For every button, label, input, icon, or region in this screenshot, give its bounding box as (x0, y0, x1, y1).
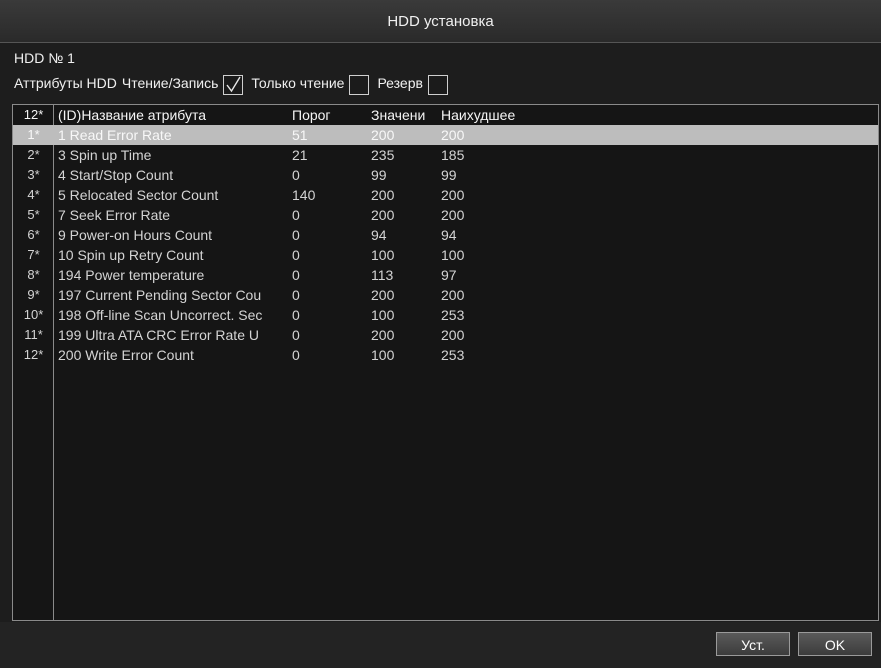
hdd-number-label: HDD № 1 (14, 50, 75, 66)
row-threshold: 0 (292, 167, 300, 183)
row-value: 235 (371, 147, 395, 163)
table-header-row: 12* (ID)Название атрибута Порог Значени … (13, 105, 878, 125)
row-attribute-name: 198 Off-line Scan Uncorrect. Sec (58, 307, 263, 323)
row-attribute-name: 3 Spin up Time (58, 147, 152, 163)
row-attribute-name: 197 Current Pending Sector Cou (58, 287, 262, 303)
row-index: 1* (27, 127, 40, 142)
row-attribute-name: 200 Write Error Count (58, 347, 194, 363)
row-attribute-name: 10 Spin up Retry Count (58, 247, 204, 263)
set-button[interactable]: Уст. (716, 632, 790, 656)
row-worst: 99 (441, 167, 457, 183)
table-row[interactable]: 7* 10 Spin up Retry Count 0 100 100 (13, 245, 878, 265)
row-attribute-name: 194 Power temperature (58, 267, 205, 283)
smart-attributes-table[interactable]: 12* (ID)Название атрибута Порог Значени … (12, 104, 879, 621)
row-index: 3* (27, 167, 40, 182)
row-worst: 200 (441, 287, 465, 303)
table-row[interactable]: 6* 9 Power-on Hours Count 0 94 94 (13, 225, 878, 245)
row-index: 9* (27, 287, 40, 302)
window-title-bar: HDD установка (0, 0, 881, 43)
table-row[interactable]: 9* 197 Current Pending Sector Cou 0 200 200 (13, 285, 878, 305)
read-write-label: Чтение/Запись (121, 75, 219, 91)
reserve-checkbox[interactable] (427, 75, 448, 95)
row-worst: 200 (441, 127, 465, 143)
row-index: 6* (27, 227, 40, 242)
row-attribute-name: 199 Ultra ATA CRC Error Rate U (58, 327, 259, 343)
header-attribute-name: (ID)Название атрибута (58, 107, 207, 123)
row-worst: 200 (441, 327, 465, 343)
footer-bar: Уст. OK (0, 622, 881, 668)
table-row[interactable]: 11* 199 Ultra ATA CRC Error Rate U 0 200 200 (13, 325, 878, 345)
row-value: 99 (371, 167, 387, 183)
row-index: 11* (24, 327, 43, 342)
row-index: 7* (27, 247, 40, 262)
row-value: 200 (371, 187, 395, 203)
row-index: 4* (27, 187, 40, 202)
row-threshold: 51 (292, 127, 308, 143)
header-threshold: Порог (292, 107, 331, 123)
row-threshold: 0 (292, 287, 300, 303)
row-threshold: 0 (292, 247, 300, 263)
table-row[interactable]: 4* 5 Relocated Sector Count 140 200 200 (13, 185, 878, 205)
row-index: 12* (23, 347, 44, 362)
table-row[interactable]: 10* 198 Off-line Scan Uncorrect. Sec 0 100 2… (13, 305, 878, 325)
table-row[interactable]: 1* 1 Read Error Rate 51 200 200 (13, 125, 878, 145)
row-threshold: 0 (292, 227, 300, 243)
row-value: 200 (371, 207, 395, 223)
row-threshold: 0 (292, 307, 300, 323)
row-worst: 94 (441, 227, 457, 243)
hdd-attributes-row: Аттрибуты HDD Чтение/Запись Только чтени… (14, 72, 456, 95)
row-value: 100 (371, 247, 395, 263)
row-index: 2* (27, 147, 40, 162)
row-value: 200 (371, 327, 395, 343)
row-threshold: 21 (292, 147, 308, 163)
row-threshold: 0 (292, 327, 300, 343)
header-worst: Наихудшее (441, 107, 516, 123)
header-index: 12* (23, 107, 44, 122)
row-attribute-name: 9 Power-on Hours Count (58, 227, 213, 243)
header-value: Значени (371, 107, 426, 123)
row-worst: 97 (441, 267, 457, 283)
row-attribute-name: 5 Relocated Sector Count (58, 187, 219, 203)
read-write-checkbox[interactable] (223, 75, 244, 95)
table-row[interactable]: 2* 3 Spin up Time 21 235 185 (13, 145, 878, 165)
window-title: HDD установка (387, 12, 494, 30)
row-value: 100 (371, 307, 395, 323)
check-icon (226, 76, 242, 93)
row-worst: 100 (441, 247, 465, 263)
row-value: 100 (371, 347, 395, 363)
row-value: 94 (371, 227, 387, 243)
attributes-label: Аттрибуты HDD (14, 75, 117, 91)
row-attribute-name: 1 Read Error Rate (58, 127, 172, 143)
table-row[interactable]: 3* 4 Start/Stop Count 0 99 99 (13, 165, 878, 185)
row-value: 200 (371, 287, 395, 303)
row-value: 113 (371, 267, 394, 283)
row-worst: 200 (441, 187, 465, 203)
row-threshold: 140 (292, 187, 316, 203)
row-worst: 253 (441, 347, 465, 363)
row-index: 5* (27, 207, 40, 222)
read-only-checkbox[interactable] (349, 75, 370, 95)
row-worst: 185 (441, 147, 465, 163)
row-attribute-name: 7 Seek Error Rate (58, 207, 171, 223)
row-index: 8* (27, 267, 40, 282)
row-worst: 253 (441, 307, 465, 323)
row-index: 10* (23, 307, 44, 322)
table-row[interactable]: 5* 7 Seek Error Rate 0 200 200 (13, 205, 878, 225)
row-attribute-name: 4 Start/Stop Count (58, 167, 174, 183)
table-row[interactable]: 12* 200 Write Error Count 0 100 253 (13, 345, 878, 365)
table-row[interactable]: 8* 194 Power temperature 0 113 97 (13, 265, 878, 285)
row-value: 200 (371, 127, 395, 143)
ok-button[interactable]: OK (798, 632, 872, 656)
row-threshold: 0 (292, 267, 300, 283)
row-worst: 200 (441, 207, 465, 223)
read-only-label: Только чтение (251, 75, 345, 91)
row-threshold: 0 (292, 207, 300, 223)
reserve-label: Резерв (377, 75, 423, 91)
row-threshold: 0 (292, 347, 300, 363)
